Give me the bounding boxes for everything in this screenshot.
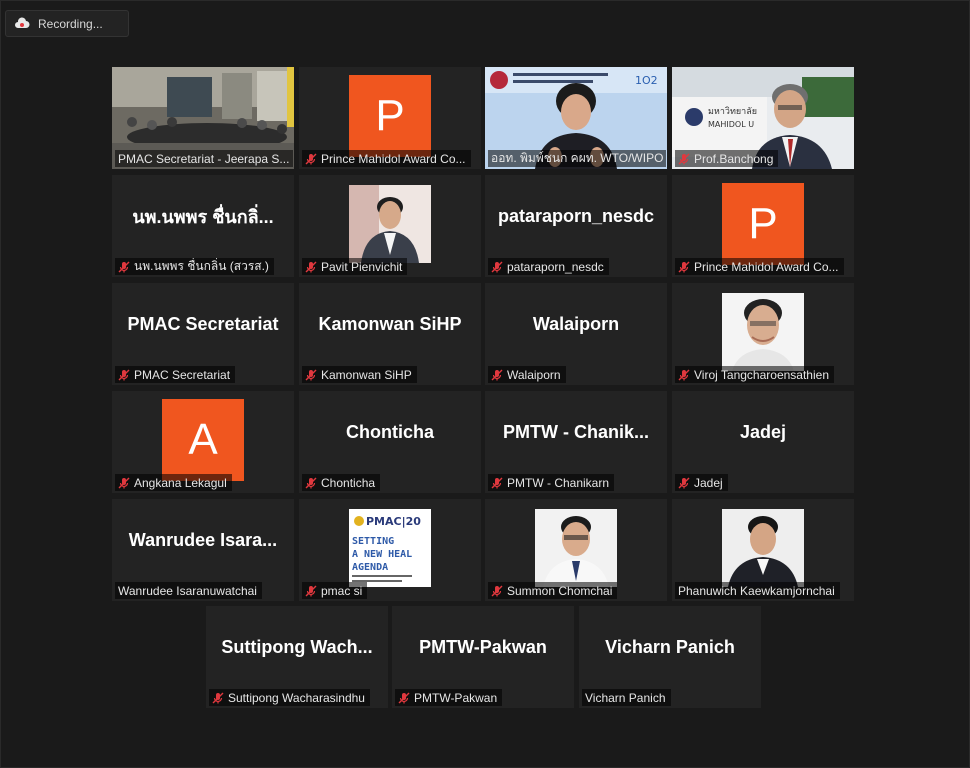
participant-tile[interactable]: PMAC|20 SETTING A NEW HEAL AGENDA pmac s…	[299, 499, 481, 601]
participant-tile[interactable]: A Angkana Lekagul	[112, 391, 294, 493]
participant-display-name: Vicharn Panich	[605, 636, 735, 657]
participant-name-label: Suttipong Wacharasindhu	[209, 689, 370, 706]
participant-name-label: PMAC Secretariat - Jeerapa S...	[115, 150, 293, 167]
avatar: P	[349, 75, 431, 157]
recording-indicator[interactable]: Recording...	[5, 10, 129, 37]
participant-display-name: PMTW - Chanik...	[503, 421, 649, 442]
participant-tile[interactable]: Vicharn Panich Vicharn Panich	[579, 606, 761, 708]
participant-tile[interactable]: P Prince Mahidol Award Co...	[672, 175, 854, 277]
participant-tile-active-speaker[interactable]: 1O2 ออท. พิมพ์ชนก คผท. WTO/WIPO	[485, 67, 667, 169]
slide-line-1: PMAC|20	[366, 515, 421, 528]
muted-mic-icon	[491, 369, 503, 381]
participant-name-label: pataraporn_nesdc	[488, 258, 609, 275]
participant-name-label: pmac si	[302, 582, 368, 599]
participant-photo	[535, 509, 617, 587]
participant-display-name: Kamonwan SiHP	[318, 313, 462, 334]
participant-display-name: pataraporn_nesdc	[497, 205, 655, 226]
participant-display-name: PMAC Secretariat	[127, 313, 279, 334]
participant-name-label: Angkana Lekagul	[115, 474, 232, 491]
participant-name-label: PMAC Secretariat	[115, 366, 236, 383]
participant-display-name: Wanrudee Isara...	[128, 529, 278, 550]
participant-name-label: Jadej	[675, 474, 728, 491]
muted-mic-icon	[305, 477, 317, 489]
university-sign-text: มหาวิทยาลัย	[708, 106, 757, 117]
participant-name-label: Vicharn Panich	[582, 689, 671, 706]
participant-name-label: Summon Chomchai	[488, 582, 618, 599]
participant-name-label: Pavit Pienvichit	[302, 258, 408, 275]
participant-tile[interactable]: มหาวิทยาลัย MAHIDOL U Prof.Banchong	[672, 67, 854, 169]
slide-line-3: A NEW HEAL	[352, 549, 412, 560]
participant-photo	[722, 293, 804, 371]
participant-tile[interactable]: PMTW-Pakwan PMTW-Pakwan	[392, 606, 574, 708]
participant-tile[interactable]: PMAC Secretariat PMAC Secretariat	[112, 283, 294, 385]
muted-mic-icon	[678, 369, 690, 381]
slide-line-2: SETTING	[352, 536, 394, 547]
muted-mic-icon	[212, 692, 224, 704]
muted-mic-icon	[398, 692, 410, 704]
muted-mic-icon	[305, 153, 317, 165]
participant-tile[interactable]: Summon Chomchai	[485, 499, 667, 601]
participant-name-label: PMTW-Pakwan	[395, 689, 503, 706]
participant-tile[interactable]: Kamonwan SiHP Kamonwan SiHP	[299, 283, 481, 385]
muted-mic-icon	[305, 369, 317, 381]
participant-slide: PMAC|20 SETTING A NEW HEAL AGENDA	[349, 509, 431, 587]
participant-tile[interactable]: Walaiporn Walaiporn	[485, 283, 667, 385]
university-sign-sub: MAHIDOL U	[708, 120, 754, 129]
participant-tile[interactable]: PMTW - Chanik... PMTW - Chanikarn	[485, 391, 667, 493]
avatar: P	[722, 183, 804, 265]
participant-tile[interactable]: Pavit Pienvichit	[299, 175, 481, 277]
participant-photo	[349, 185, 431, 263]
participant-tile[interactable]: P Prince Mahidol Award Co...	[299, 67, 481, 169]
participant-display-name: PMTW-Pakwan	[419, 636, 547, 657]
participant-name-label: Prof.Banchong	[675, 150, 779, 167]
muted-mic-icon	[491, 585, 503, 597]
participant-display-name: Jadej	[739, 421, 787, 442]
participant-tile[interactable]: pataraporn_nesdc pataraporn_nesdc	[485, 175, 667, 277]
participant-name-label: Prince Mahidol Award Co...	[302, 150, 471, 167]
participant-tile[interactable]: Chonticha Chonticha	[299, 391, 481, 493]
muted-mic-icon	[678, 477, 690, 489]
participant-name-label: Chonticha	[302, 474, 381, 491]
muted-mic-icon	[305, 261, 317, 273]
muted-mic-icon	[118, 261, 130, 273]
participant-name-label: Walaiporn	[488, 366, 566, 383]
participant-name-label: นพ.นพพร ชื่นกลิ่น (สวรส.)	[115, 258, 274, 275]
participant-tile[interactable]: Viroj Tangcharoensathien	[672, 283, 854, 385]
participant-tile[interactable]: Jadej Jadej	[672, 391, 854, 493]
muted-mic-icon	[491, 261, 503, 273]
participant-tile[interactable]: Phanuwich Kaewkamjornchai	[672, 499, 854, 601]
participant-display-name: Suttipong Wach...	[221, 636, 373, 657]
avatar: A	[162, 399, 244, 481]
meeting-window: Recording... PMAC Secretariat - Jeerapa …	[0, 0, 970, 768]
participant-name-label: Kamonwan SiHP	[302, 366, 417, 383]
participant-display-name: นพ.นพพร ชื่นกลิ่...	[132, 206, 274, 227]
participant-photo	[722, 509, 804, 587]
participant-name-label: ออท. พิมพ์ชนก คผท. WTO/WIPO	[488, 150, 666, 167]
recording-cloud-icon	[14, 16, 30, 32]
participant-display-name: Walaiporn	[532, 313, 620, 334]
participant-tile[interactable]: PMAC Secretariat - Jeerapa S...	[112, 67, 294, 169]
participant-name-label: Prince Mahidol Award Co...	[675, 258, 844, 275]
participant-name-label: Wanrudee Isaranuwatchai	[115, 582, 262, 599]
participant-name-label: Phanuwich Kaewkamjornchai	[675, 582, 840, 599]
slide-line-4: AGENDA	[352, 562, 388, 573]
muted-mic-icon	[491, 477, 503, 489]
muted-mic-icon	[678, 153, 690, 165]
participant-tile[interactable]: นพ.นพพร ชื่นกลิ่... นพ.นพพร ชื่นกลิ่น (ส…	[112, 175, 294, 277]
recording-label: Recording...	[38, 16, 103, 31]
muted-mic-icon	[118, 369, 130, 381]
muted-mic-icon	[118, 477, 130, 489]
participant-tile[interactable]: Wanrudee Isara... Wanrudee Isaranuwatcha…	[112, 499, 294, 601]
participant-name-label: PMTW - Chanikarn	[488, 474, 615, 491]
wto-banner-text: 1O2	[635, 74, 658, 87]
muted-mic-icon	[678, 261, 690, 273]
muted-mic-icon	[305, 585, 317, 597]
participant-tile[interactable]: Suttipong Wach... Suttipong Wacharasindh…	[206, 606, 388, 708]
participant-name-label: Viroj Tangcharoensathien	[675, 366, 834, 383]
participant-display-name: Chonticha	[346, 421, 434, 442]
